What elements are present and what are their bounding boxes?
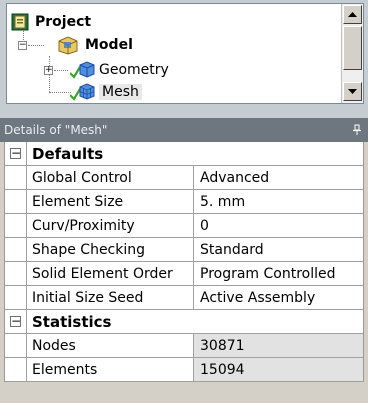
property-row[interactable]: Solid Element Order Program Controlled [5,262,363,286]
property-row[interactable]: Initial Size Seed Active Assembly [5,286,363,310]
group-statistics[interactable]: − Statistics [5,310,363,334]
tree-item-label: Model [85,37,133,53]
scroll-thumb[interactable] [343,26,362,70]
property-name: Curv/Proximity [27,214,194,237]
tree-line [49,92,71,93]
tree-item-label: Geometry [99,62,169,78]
property-value[interactable]: 5. mm [194,190,363,213]
property-row[interactable]: Shape Checking Standard [5,238,363,262]
tree-line [28,45,44,46]
property-value[interactable]: Standard [194,238,363,261]
property-name: Nodes [27,334,194,357]
tree-item-mesh[interactable]: Mesh [70,81,142,103]
group-defaults[interactable]: − Defaults [5,142,363,166]
tree-scrollbar[interactable] [341,4,363,103]
arrow-up-icon [348,12,357,17]
outline-panel: Project − Model + Geometry Mesh [0,0,368,104]
group-toggle[interactable]: − [5,310,27,333]
tree-item-label: Mesh [99,84,142,100]
property-value: 15094 [194,358,363,381]
property-name: Solid Element Order [27,262,194,285]
scroll-down-button[interactable] [343,82,362,101]
tree-item-model[interactable]: Model [57,34,133,56]
tree-line [54,70,68,71]
project-icon [11,13,29,31]
arrow-down-icon [348,89,357,94]
details-header: Details of "Mesh" [0,118,368,142]
group-title: Defaults [32,144,104,163]
mesh-icon [70,83,95,101]
group-title: Statistics [32,312,112,331]
details-title: Details of "Mesh" [4,123,108,137]
group-toggle[interactable]: − [5,142,27,165]
property-row[interactable]: Elements 15094 [5,358,363,382]
collapse-icon: − [10,146,22,160]
tree-item-label: Project [35,14,92,30]
pin-icon[interactable] [352,124,362,136]
details-grid: − Defaults Global Control Advanced Eleme… [4,142,364,382]
expand-icon[interactable]: + [44,66,53,75]
collapse-icon: − [10,314,22,328]
geometry-icon [70,61,95,79]
property-name: Element Size [27,190,194,213]
property-name: Shape Checking [27,238,194,261]
property-row[interactable]: Nodes 30871 [5,334,363,358]
property-row[interactable]: Curv/Proximity 0 [5,214,363,238]
property-row[interactable]: Global Control Advanced [5,166,363,190]
property-value[interactable]: Active Assembly [194,286,363,309]
property-name: Elements [27,358,194,381]
outline-tree[interactable]: Project − Model + Geometry Mesh [6,3,364,104]
scroll-up-button[interactable] [343,5,362,24]
collapse-icon[interactable]: − [18,41,27,50]
tree-item-geometry[interactable]: Geometry [70,59,169,81]
property-value: 30871 [194,334,363,357]
property-value[interactable]: Program Controlled [194,262,363,285]
property-row[interactable]: Element Size 5. mm [5,190,363,214]
model-icon [58,36,78,55]
property-name: Global Control [27,166,194,189]
tree-item-project[interactable]: Project [11,11,91,33]
property-value[interactable]: Advanced [194,166,363,189]
panel-separator [0,104,368,118]
property-value[interactable]: 0 [194,214,363,237]
property-name: Initial Size Seed [27,286,194,309]
